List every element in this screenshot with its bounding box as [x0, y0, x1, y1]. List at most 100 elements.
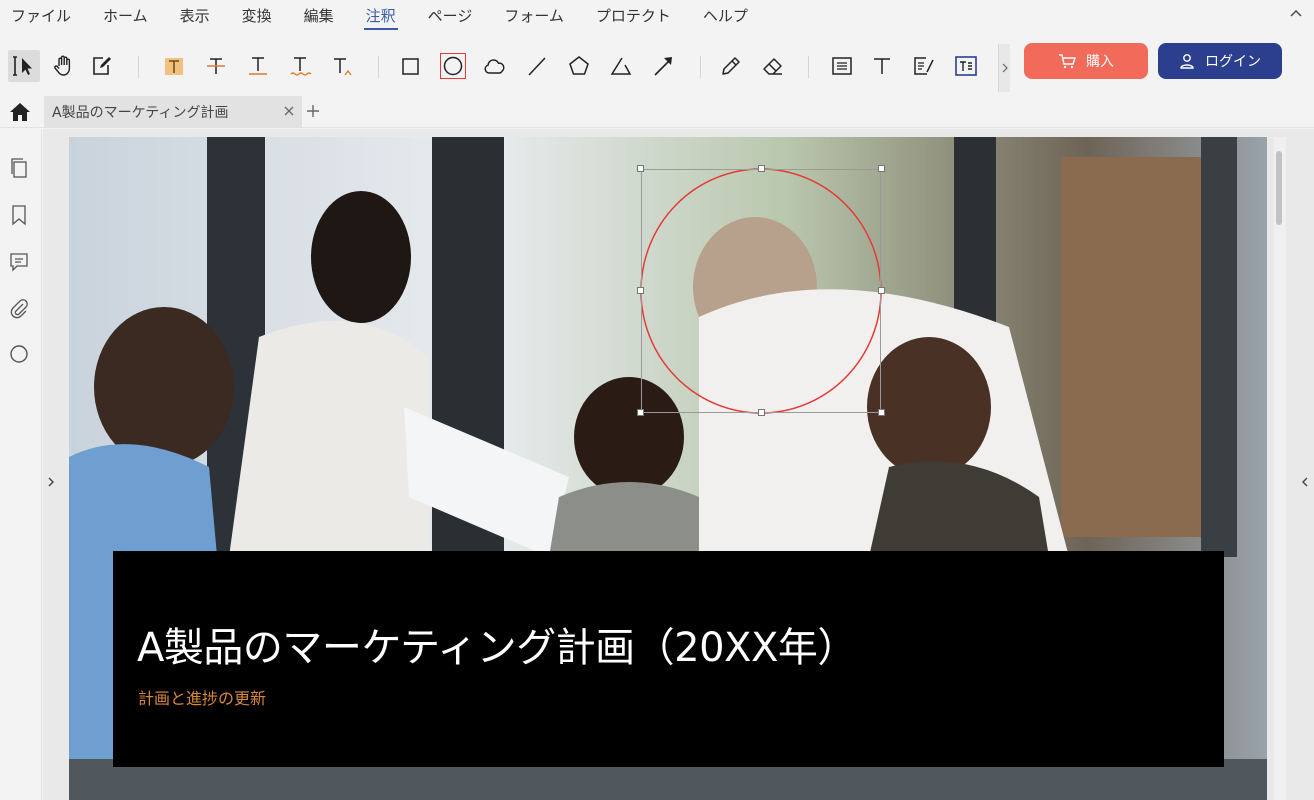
toolbar-separator — [138, 56, 139, 78]
rectangle-icon — [402, 58, 419, 75]
attachment-icon — [10, 299, 28, 319]
search-panel-button[interactable] — [7, 342, 31, 366]
expand-right-panel-button[interactable] — [1300, 474, 1310, 490]
home-icon — [10, 103, 30, 121]
underline-tool-button[interactable] — [242, 50, 274, 82]
chevron-right-icon — [1002, 63, 1008, 73]
line-icon — [528, 57, 546, 76]
login-button[interactable]: ログイン — [1158, 43, 1282, 79]
strikethrough-tool-button[interactable] — [200, 50, 232, 82]
rectangle-tool-button[interactable] — [394, 50, 426, 82]
login-button-label: ログイン — [1205, 54, 1261, 70]
comment-icon — [10, 253, 28, 272]
toolbar-separator — [378, 56, 379, 78]
text-box-icon — [832, 57, 852, 75]
resize-handle-bottom[interactable] — [758, 409, 765, 416]
search-icon — [10, 345, 28, 363]
buy-button[interactable]: 購入 — [1024, 43, 1148, 79]
tab-bar: A製品のマーケティング計画 — [0, 94, 1314, 128]
expand-left-panel-button[interactable] — [46, 474, 56, 490]
resize-handle-top[interactable] — [758, 165, 765, 172]
menu-help[interactable]: ヘルプ — [687, 0, 764, 30]
menu-page[interactable]: ページ — [412, 0, 489, 30]
cart-icon — [1059, 54, 1076, 69]
resize-handle-bottom-left[interactable] — [637, 409, 644, 416]
typewriter-icon — [874, 58, 890, 74]
menu-bar: ファイル ホーム 表示 変換 編集 注釈 ページ フォーム プロテクト ヘルプ — [0, 0, 1314, 30]
resize-handle-top-left[interactable] — [637, 165, 644, 172]
document-tab[interactable]: A製品のマーケティング計画 — [44, 96, 302, 128]
resize-handle-top-right[interactable] — [878, 165, 885, 172]
select-tool-button[interactable] — [8, 50, 40, 82]
pencil-icon — [722, 57, 740, 75]
ellipse-icon — [443, 56, 463, 76]
chevron-left-icon — [1302, 477, 1308, 487]
menu-edit[interactable]: 編集 — [288, 0, 350, 30]
vertical-scrollbar[interactable] — [1274, 137, 1286, 800]
buy-button-label: 購入 — [1086, 54, 1114, 70]
hand-tool-button[interactable] — [48, 50, 80, 82]
underline-icon — [249, 57, 267, 75]
eraser-tool-button[interactable] — [757, 50, 789, 82]
menu-convert[interactable]: 変換 — [226, 0, 288, 30]
pages-icon — [11, 158, 27, 178]
polygon-tool-button[interactable] — [563, 50, 595, 82]
scrollbar-thumb[interactable] — [1276, 151, 1282, 225]
arrow-tool-button[interactable] — [647, 50, 679, 82]
squiggly-underline-tool-button[interactable] — [284, 50, 316, 82]
plus-icon — [307, 105, 319, 117]
bookmark-icon — [12, 205, 26, 226]
resize-handle-bottom-right[interactable] — [878, 409, 885, 416]
cloud-tool-button[interactable] — [479, 50, 511, 82]
select-icon — [13, 56, 32, 76]
bookmark-panel-button[interactable] — [7, 203, 31, 227]
toolbar-overflow-scroll[interactable] — [998, 44, 1010, 92]
menu-view[interactable]: 表示 — [164, 0, 226, 30]
text-box-tool-button[interactable] — [826, 50, 858, 82]
squiggly-underline-icon — [290, 57, 312, 76]
menu-home[interactable]: ホーム — [87, 0, 164, 30]
ellipse-tool-button[interactable] — [437, 50, 469, 82]
edit-note-tool-button[interactable] — [86, 50, 118, 82]
annotation-selection-box[interactable] — [641, 169, 881, 413]
comment-panel-button[interactable] — [7, 250, 31, 274]
resize-handle-left[interactable] — [637, 287, 644, 294]
insert-text-tool-button[interactable] — [326, 50, 358, 82]
callout-tool-button[interactable] — [908, 50, 940, 82]
callout-icon — [914, 57, 934, 75]
resize-handle-right[interactable] — [878, 287, 885, 294]
pencil-tool-button[interactable] — [715, 50, 747, 82]
typewriter-tool-button[interactable] — [866, 50, 898, 82]
user-icon — [1180, 54, 1194, 69]
menu-protect[interactable]: プロテクト — [580, 0, 687, 30]
polygon-icon — [569, 56, 589, 75]
hand-icon — [54, 55, 71, 76]
polyline-tool-button[interactable] — [605, 50, 637, 82]
chevron-right-icon — [48, 477, 54, 487]
chevron-up-icon — [1290, 10, 1302, 17]
slide-subtitle: 計画と進捗の更新 — [138, 689, 267, 708]
cloud-icon — [484, 59, 505, 74]
text-field-tool-button[interactable] — [950, 50, 982, 82]
text-field-icon — [955, 56, 977, 76]
arrow-icon — [654, 57, 672, 76]
menu-form[interactable]: フォーム — [488, 0, 580, 30]
close-icon — [284, 106, 294, 116]
attachment-panel-button[interactable] — [7, 296, 31, 320]
slide-title: A製品のマーケティング計画（20XX年） — [137, 625, 857, 671]
menu-file[interactable]: ファイル — [0, 0, 87, 30]
document-page[interactable]: A製品のマーケティング計画（20XX年） 計画と進捗の更新 — [69, 137, 1267, 800]
edit-note-icon — [93, 57, 111, 75]
home-button[interactable] — [6, 99, 34, 125]
insert-text-icon — [334, 58, 352, 76]
pages-panel-button[interactable] — [7, 156, 31, 180]
line-tool-button[interactable] — [521, 50, 553, 82]
highlight-icon — [165, 58, 183, 75]
eraser-icon — [763, 58, 782, 75]
menu-annotate[interactable]: 注釈 — [350, 0, 412, 30]
new-tab-button[interactable] — [304, 102, 322, 120]
collapse-ribbon-button[interactable] — [1288, 6, 1304, 22]
left-sidebar — [0, 130, 42, 800]
close-tab-button[interactable] — [282, 104, 296, 118]
highlight-tool-button[interactable] — [158, 50, 190, 82]
